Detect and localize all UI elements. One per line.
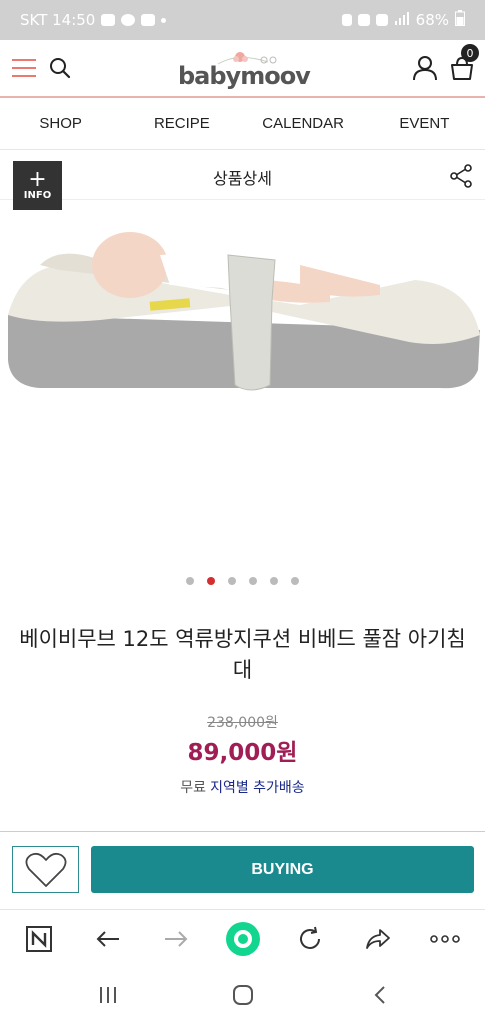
carousel-dot[interactable] bbox=[270, 577, 278, 585]
product-title: 베이비무브 12도 역류방지쿠션 비베드 풀잠 아기침대 bbox=[19, 627, 466, 682]
page-title: 상품상세 bbox=[213, 169, 272, 188]
info-button[interactable]: + INFO bbox=[13, 161, 62, 210]
nav-event[interactable]: EVENT bbox=[364, 98, 485, 149]
logo-text: babymoov bbox=[178, 62, 311, 90]
message-icon bbox=[101, 14, 116, 26]
babymoov-logo[interactable]: babymoov bbox=[178, 50, 311, 92]
status-bar: SKT 14:50 68% bbox=[0, 0, 485, 40]
plus-icon: + bbox=[28, 167, 47, 192]
sale-price: 89,000원 bbox=[187, 740, 298, 766]
carousel-indicator bbox=[0, 577, 485, 585]
site-header: babymoov 0 bbox=[0, 40, 485, 98]
battery-level: 68% bbox=[415, 11, 449, 29]
heart-icon bbox=[25, 852, 66, 887]
forward-arrow-icon[interactable] bbox=[161, 924, 191, 954]
recent-apps-icon[interactable] bbox=[94, 983, 122, 1007]
nav-calendar[interactable]: CALENDAR bbox=[243, 98, 364, 149]
original-price: 238,000원 bbox=[207, 715, 278, 731]
carousel-dot[interactable] bbox=[186, 577, 194, 585]
carousel-dot-active[interactable] bbox=[207, 577, 215, 585]
main-nav: SHOP RECIPE CALENDAR EVENT bbox=[0, 98, 485, 150]
more-notifications-icon bbox=[161, 17, 167, 23]
carrier-time: SKT 14:50 bbox=[20, 11, 96, 29]
share-arrow-icon[interactable] bbox=[363, 924, 393, 954]
search-icon[interactable] bbox=[49, 57, 71, 79]
youtube-icon bbox=[141, 14, 156, 26]
alarm-icon bbox=[341, 14, 352, 26]
shipping-info: 무료 지역별 추가배송 bbox=[0, 777, 485, 797]
info-label: INFO bbox=[23, 190, 52, 201]
wishlist-button[interactable] bbox=[12, 846, 79, 893]
purchase-bar: BUYING bbox=[0, 831, 485, 909]
back-nav-icon[interactable] bbox=[366, 983, 394, 1007]
hamburger-menu-icon[interactable] bbox=[12, 59, 36, 77]
buy-button[interactable]: BUYING bbox=[91, 846, 474, 893]
battery-icon bbox=[455, 10, 465, 30]
android-nav-bar bbox=[0, 967, 485, 1024]
naver-n-icon[interactable] bbox=[24, 924, 54, 954]
mute-icon bbox=[357, 14, 370, 26]
product-detail-header: + INFO 상품상세 bbox=[0, 150, 485, 210]
share-icon[interactable] bbox=[449, 164, 473, 192]
cart-count-badge: 0 bbox=[461, 44, 479, 62]
nav-recipe[interactable]: RECIPE bbox=[121, 98, 242, 149]
nav-shop[interactable]: SHOP bbox=[0, 98, 121, 149]
carousel-dot[interactable] bbox=[228, 577, 236, 585]
5g-icon bbox=[375, 14, 388, 26]
shipping-region-label: 지역별 추가배송 bbox=[210, 780, 305, 796]
carousel-dot[interactable] bbox=[291, 577, 299, 585]
back-arrow-icon[interactable] bbox=[93, 924, 123, 954]
more-icon[interactable] bbox=[430, 924, 460, 954]
browser-toolbar bbox=[0, 909, 485, 967]
shipping-free-label: 무료 bbox=[180, 780, 207, 796]
green-dot-icon[interactable] bbox=[225, 921, 261, 957]
carousel-dot[interactable] bbox=[249, 577, 257, 585]
refresh-icon[interactable] bbox=[295, 924, 325, 954]
user-icon[interactable] bbox=[412, 55, 438, 81]
product-image[interactable] bbox=[0, 210, 485, 560]
home-icon[interactable] bbox=[229, 983, 257, 1007]
signal-icon bbox=[394, 11, 410, 29]
chrome-icon bbox=[121, 14, 136, 26]
